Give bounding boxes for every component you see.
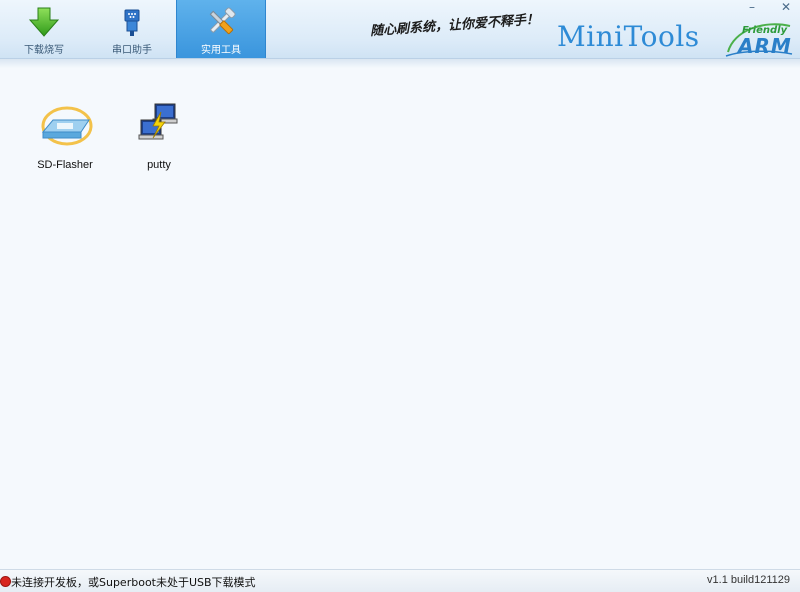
tab-tools-label: 实用工具 <box>201 45 241 56</box>
tab-download[interactable]: 下载烧写 <box>0 0 88 58</box>
close-button[interactable]: ✕ <box>776 0 796 16</box>
putty-computers-icon <box>138 103 178 140</box>
status-bar: 未连接开发板，或Superboot未处于USB下载模式 v1.1 build12… <box>0 569 800 592</box>
slogan-text: 随心刷系统，让你爱不释手！ <box>369 12 540 40</box>
minimize-button[interactable]: – <box>742 0 762 16</box>
tool-putty[interactable]: putty <box>114 68 204 178</box>
tool-putty-label: putty <box>147 159 171 171</box>
serial-port-icon <box>124 9 140 36</box>
tool-sd-flasher[interactable]: SD-Flasher <box>20 68 110 178</box>
tools-icon <box>209 7 236 35</box>
toolbar-header: 下载烧写 串口助手 实用工具 随心刷系统，让你爱不释手！ MiniTools F… <box>0 0 800 68</box>
status-indicator-icon <box>0 576 11 587</box>
sd-card-icon <box>41 106 93 146</box>
tab-tools[interactable]: 实用工具 <box>176 0 266 58</box>
download-arrow-icon <box>28 7 60 37</box>
tab-serial[interactable]: 串口助手 <box>88 0 176 58</box>
logo-arm-text: ARM <box>738 34 792 58</box>
tab-serial-label: 串口助手 <box>112 45 152 56</box>
tool-sd-flasher-label: SD-Flasher <box>37 159 93 171</box>
brand-title: MiniTools <box>557 20 700 53</box>
status-message: 未连接开发板，或Superboot未处于USB下载模式 <box>11 576 256 589</box>
friendlyarm-logo: Friendly ARM <box>724 20 794 58</box>
tab-download-label: 下载烧写 <box>24 45 64 56</box>
tools-panel: SD-Flasher putty <box>0 68 800 568</box>
version-label: v1.1 build121129 <box>707 574 790 586</box>
